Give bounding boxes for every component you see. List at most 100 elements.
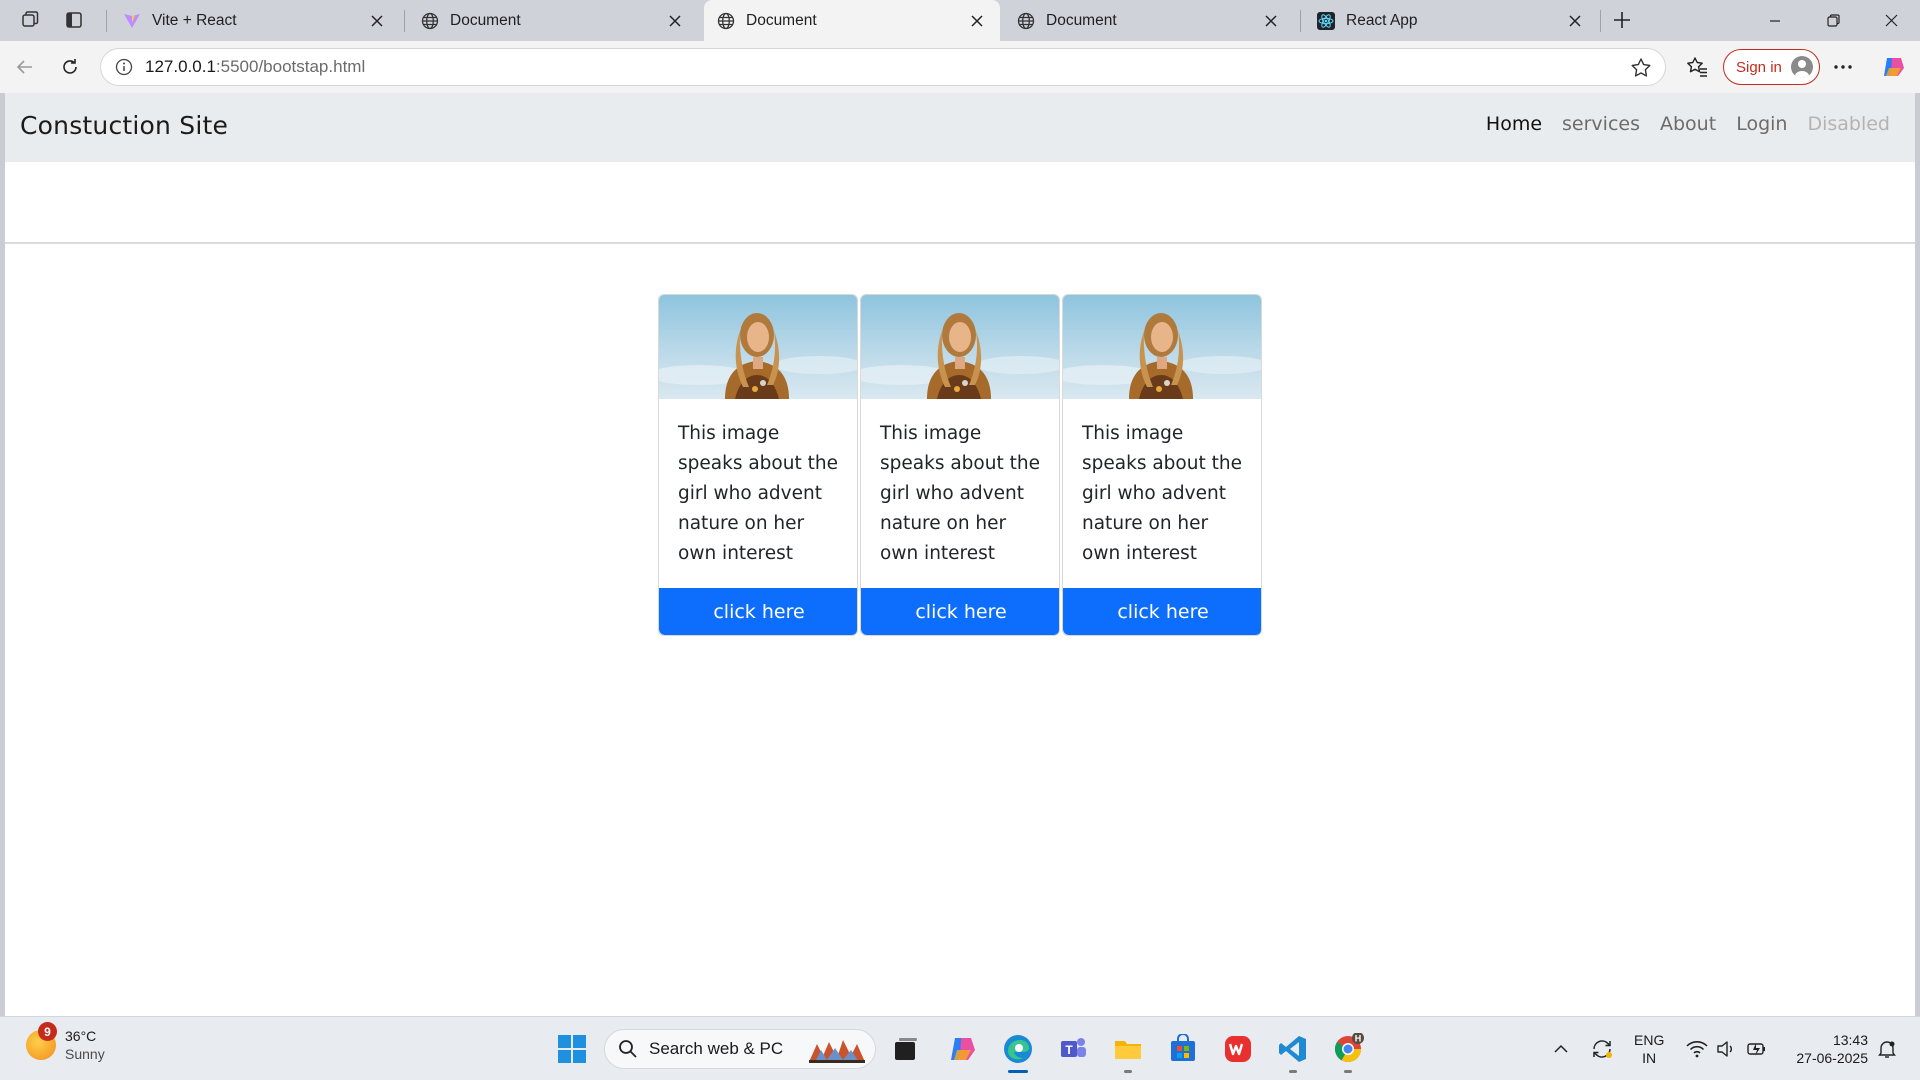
search-highlight-icon xyxy=(809,1040,865,1063)
start-icon[interactable] xyxy=(554,1031,590,1067)
card-image xyxy=(659,295,857,399)
search-placeholder: Search web & PC xyxy=(649,1039,784,1058)
edge-icon[interactable] xyxy=(1000,1031,1036,1073)
refresh-icon[interactable] xyxy=(53,50,87,84)
running-indicator xyxy=(1344,1070,1352,1073)
taskbar-search[interactable]: Search web & PC xyxy=(604,1029,876,1069)
card: This image speaks about the girl who adv… xyxy=(658,294,858,636)
battery-icon[interactable] xyxy=(1742,1017,1772,1080)
click-here-button[interactable]: click here xyxy=(861,588,1059,635)
favorites-icon[interactable] xyxy=(1680,50,1714,84)
weather-widget[interactable]: 9 36°C Sunny xyxy=(26,1022,105,1063)
nav-login[interactable]: Login xyxy=(1736,113,1787,135)
svg-text:H: H xyxy=(1355,1034,1362,1044)
click-here-button[interactable]: click here xyxy=(1063,588,1261,635)
card: This image speaks about the girl who adv… xyxy=(1062,294,1262,636)
sign-in-label: Sign in xyxy=(1736,58,1782,76)
nav-about[interactable]: About xyxy=(1660,113,1716,135)
chrome-icon[interactable]: H xyxy=(1330,1031,1366,1073)
click-here-button[interactable]: click here xyxy=(659,588,857,635)
tab-title: Document xyxy=(746,11,817,29)
close-icon[interactable] xyxy=(1564,10,1586,32)
minimize-icon[interactable] xyxy=(1746,0,1804,41)
tab-title: Vite + React xyxy=(152,11,237,29)
tab-strip: Vite + React Document Document Document xyxy=(0,0,1920,41)
nav-services[interactable]: services xyxy=(1562,113,1640,135)
clock-time: 13:43 xyxy=(1832,1032,1868,1048)
globe-icon xyxy=(1016,11,1036,31)
notification-bell-icon[interactable] xyxy=(1870,1017,1904,1080)
language-indicator[interactable]: ENG IN xyxy=(1634,1031,1664,1067)
close-icon[interactable] xyxy=(966,10,988,32)
url-text: 127.0.0.1:5500/bootstap.html xyxy=(145,57,365,77)
teams-icon[interactable]: T xyxy=(1055,1031,1091,1067)
tab-document-1[interactable]: Document xyxy=(408,0,698,41)
sun-icon: 9 xyxy=(26,1022,57,1060)
wifi-icon[interactable] xyxy=(1682,1017,1712,1080)
task-view-icon[interactable] xyxy=(888,1031,924,1067)
globe-icon xyxy=(420,11,440,31)
site-info-icon[interactable] xyxy=(113,56,135,78)
nav-links: Home services About Login Disabled xyxy=(1486,113,1890,135)
card-text: This image speaks about the girl who adv… xyxy=(1082,423,1242,564)
tab-vite-react[interactable]: Vite + React xyxy=(110,0,400,41)
card-group: This image speaks about the girl who adv… xyxy=(658,294,1262,636)
page-viewport: Constuction Site Home services About Log… xyxy=(5,93,1915,1016)
workspaces-icon[interactable] xyxy=(14,5,46,35)
card-image xyxy=(861,295,1059,399)
weather-condition: Sunny xyxy=(65,1046,105,1062)
back-icon[interactable] xyxy=(8,50,42,84)
running-indicator xyxy=(1124,1070,1132,1073)
nav-disabled: Disabled xyxy=(1807,113,1890,135)
vertical-tabs-icon[interactable] xyxy=(58,5,90,35)
tab-title: Document xyxy=(450,11,521,29)
tab-title: Document xyxy=(1046,11,1117,29)
close-icon[interactable] xyxy=(1260,10,1282,32)
clock-date: 27-06-2025 xyxy=(1796,1050,1868,1066)
sync-icon[interactable] xyxy=(1586,1017,1618,1080)
url-path: :5500/bootstap.html xyxy=(215,57,366,76)
more-options-icon[interactable] xyxy=(1826,50,1860,84)
copilot-icon[interactable] xyxy=(945,1031,981,1067)
lang-region: IN xyxy=(1642,1050,1657,1066)
tab-title: React App xyxy=(1346,11,1418,29)
svg-text:T: T xyxy=(1065,1043,1073,1057)
browser-toolbar: 127.0.0.1:5500/bootstap.html Sign in xyxy=(0,41,1920,93)
globe-icon xyxy=(716,11,736,31)
new-tab-icon[interactable] xyxy=(1606,5,1638,35)
card-image xyxy=(1063,295,1261,399)
favorite-star-icon[interactable] xyxy=(1629,56,1653,80)
close-icon[interactable] xyxy=(664,10,686,32)
weather-temp: 36°C xyxy=(65,1028,97,1044)
react-icon xyxy=(1316,11,1336,31)
vscode-icon[interactable] xyxy=(1275,1031,1311,1073)
restore-icon[interactable] xyxy=(1804,0,1862,41)
sign-in-button[interactable]: Sign in xyxy=(1723,49,1820,85)
tab-document-3[interactable]: Document xyxy=(1004,0,1294,41)
card-text: This image speaks about the girl who adv… xyxy=(678,423,838,564)
tab-document-active[interactable]: Document xyxy=(704,0,1000,41)
close-icon[interactable] xyxy=(366,10,388,32)
tab-react-app[interactable]: React App xyxy=(1304,0,1598,41)
close-window-icon[interactable] xyxy=(1862,0,1920,41)
show-hidden-icons-icon[interactable] xyxy=(1548,1017,1574,1080)
active-indicator xyxy=(1008,1070,1028,1073)
volume-icon[interactable] xyxy=(1712,1017,1740,1080)
system-clock[interactable]: 13:43 27-06-2025 xyxy=(1786,1031,1868,1067)
lang-code: ENG xyxy=(1634,1032,1665,1048)
taskbar: 9 36°C Sunny Search web & PC T H ENG IN … xyxy=(0,1016,1920,1080)
brand-link[interactable]: Constuction Site xyxy=(20,111,228,140)
file-explorer-icon[interactable] xyxy=(1110,1031,1146,1073)
running-indicator xyxy=(1289,1070,1297,1073)
search-icon xyxy=(617,1038,639,1060)
url-host: 127.0.0.1 xyxy=(145,57,216,76)
address-bar[interactable]: 127.0.0.1:5500/bootstap.html xyxy=(100,48,1666,86)
store-icon[interactable] xyxy=(1165,1031,1201,1067)
copilot-icon[interactable] xyxy=(1877,50,1911,84)
nav-home[interactable]: Home xyxy=(1486,113,1542,135)
vite-icon xyxy=(122,11,142,31)
wps-office-icon[interactable] xyxy=(1220,1031,1256,1067)
card: This image speaks about the girl who adv… xyxy=(860,294,1060,636)
card-text: This image speaks about the girl who adv… xyxy=(880,423,1040,564)
divider xyxy=(5,242,1915,244)
